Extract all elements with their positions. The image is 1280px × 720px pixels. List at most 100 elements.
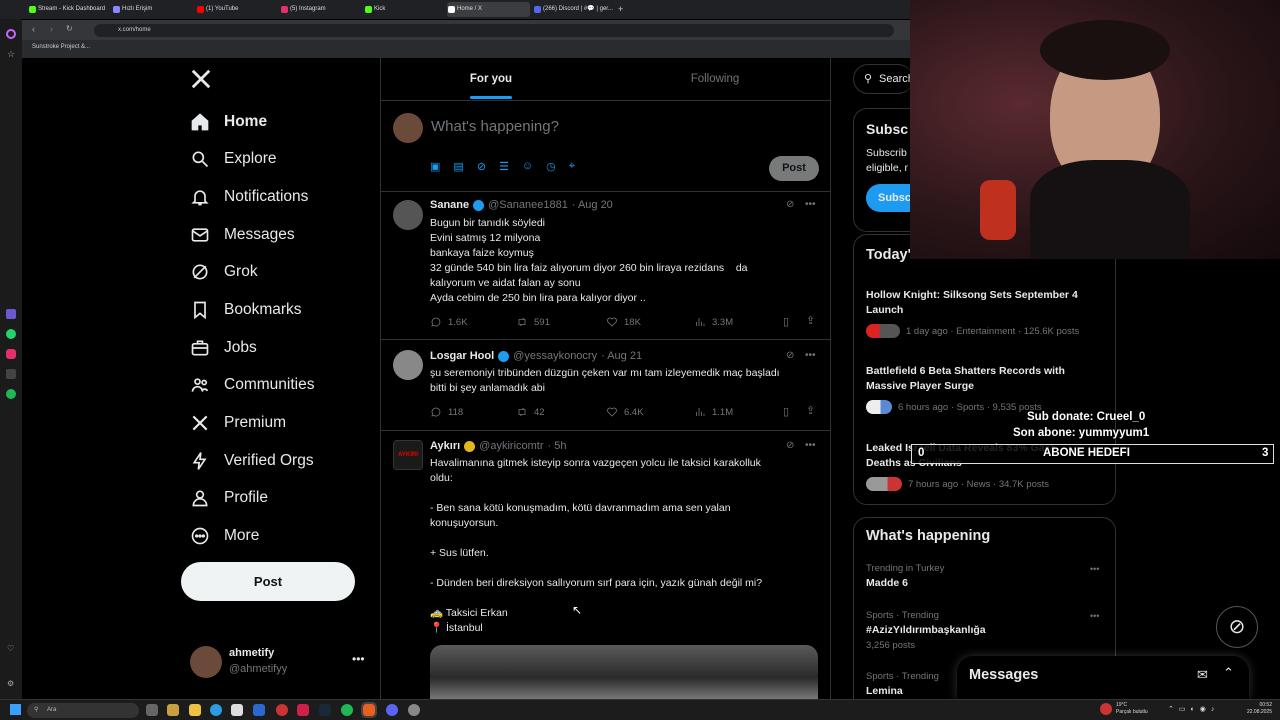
star-icon[interactable]: ☆ xyxy=(7,49,15,60)
sidebar-item-more[interactable]: More xyxy=(190,519,259,553)
grok-icon[interactable]: ⊘ xyxy=(786,350,794,361)
task-view-icon[interactable] xyxy=(146,704,158,716)
new-tab-icon[interactable]: + xyxy=(618,4,623,14)
heart-icon[interactable]: ♡ xyxy=(7,644,14,653)
app-icon[interactable] xyxy=(167,704,179,716)
views-button[interactable]: 1.1M xyxy=(694,406,733,418)
spotify-icon[interactable] xyxy=(341,704,353,716)
folder-icon[interactable] xyxy=(189,704,201,716)
grok-icon[interactable]: ⊘ xyxy=(786,199,794,210)
sidebar-item-explore[interactable]: Explore xyxy=(190,142,277,176)
share-icon[interactable]: ⇪ xyxy=(806,314,815,327)
avatar[interactable]: AYKIRI xyxy=(393,440,423,470)
sidebar-item-grok[interactable]: Grok xyxy=(190,255,258,289)
more-icon[interactable]: ••• xyxy=(805,199,816,210)
tab-for-you[interactable]: For you xyxy=(381,58,601,100)
avatar[interactable] xyxy=(393,350,423,380)
browser-tab[interactable]: Hızlı Erişim xyxy=(112,2,192,17)
reload-icon[interactable]: ↻ xyxy=(66,24,73,33)
sidebar-item-messages[interactable]: Messages xyxy=(190,218,295,252)
news-item[interactable]: Battlefield 6 Beta Shatters Records with… xyxy=(866,364,1106,414)
gif-icon[interactable]: ▤ xyxy=(453,160,463,173)
sidebar-item-verified-orgs[interactable]: Verified Orgs xyxy=(190,444,314,478)
whatsapp-icon[interactable] xyxy=(6,329,16,339)
steam-icon[interactable] xyxy=(319,704,331,716)
schedule-icon[interactable]: ◷ xyxy=(546,160,556,173)
like-button[interactable]: 6.4K xyxy=(606,406,644,418)
sidebar-item-communities[interactable]: Communities xyxy=(190,368,314,402)
spotify-icon[interactable] xyxy=(6,389,16,399)
obs-icon[interactable] xyxy=(408,704,420,716)
more-icon[interactable]: ••• xyxy=(1090,564,1099,574)
reply-button[interactable]: 118 xyxy=(430,406,463,418)
tweet-time[interactable]: · Aug 21 xyxy=(601,350,642,362)
reply-button[interactable]: 1.6K xyxy=(430,316,468,328)
compose-post-button[interactable]: Post xyxy=(769,156,819,181)
tweet-author[interactable]: Sanane xyxy=(430,199,469,211)
tweet-handle[interactable]: @aykiricomtr xyxy=(479,440,543,452)
share-icon[interactable]: ⇪ xyxy=(806,404,815,417)
tweet-time[interactable]: · 5h xyxy=(548,440,567,452)
news-item[interactable]: Hollow Knight: Silksong Sets September 4… xyxy=(866,288,1106,338)
x-logo-icon[interactable] xyxy=(190,68,212,95)
url-field[interactable]: x.com/home xyxy=(94,24,894,37)
new-message-icon[interactable]: ✉ xyxy=(1197,667,1208,683)
profile-icon[interactable] xyxy=(6,29,16,39)
grok-icon[interactable]: ⊘ xyxy=(786,440,794,451)
tab-following[interactable]: Following xyxy=(605,58,825,100)
tweet-handle[interactable]: @yessaykonocry xyxy=(513,350,597,362)
browser-tab[interactable]: (266) Discord | #💬 | ger... xyxy=(533,2,613,17)
browser-tab[interactable]: (5) Instagram xyxy=(280,2,360,17)
start-icon[interactable] xyxy=(10,704,21,715)
more-icon[interactable]: ••• xyxy=(1090,611,1099,621)
sidebar-item-notifications[interactable]: Notifications xyxy=(190,180,308,214)
sidebar-item-jobs[interactable]: Jobs xyxy=(190,331,257,365)
app-icon[interactable] xyxy=(297,704,309,716)
repost-button[interactable]: 591 xyxy=(516,316,550,328)
grok-floating-button[interactable]: ⊘ xyxy=(1216,606,1258,648)
forward-icon[interactable]: › xyxy=(50,24,53,34)
bookmark-icon[interactable]: ▯ xyxy=(783,405,789,418)
tray-icons[interactable]: ⌃▭◐◉♪ xyxy=(1168,705,1219,713)
sidebar-item-bookmarks[interactable]: Bookmarks xyxy=(190,293,302,327)
avatar[interactable] xyxy=(190,646,222,678)
store-icon[interactable] xyxy=(231,704,243,716)
back-icon[interactable]: ‹ xyxy=(32,24,35,34)
more-icon[interactable]: ••• xyxy=(805,440,816,451)
browser-tab[interactable]: Kick xyxy=(364,2,444,17)
edge-icon[interactable] xyxy=(210,704,222,716)
browser-tab[interactable]: Stream - Kick Dashboard xyxy=(28,2,108,17)
search-input[interactable]: ⚲ Search xyxy=(853,64,914,94)
opera-icon[interactable] xyxy=(276,704,288,716)
sidebar-item-home[interactable]: Home xyxy=(190,105,267,139)
location-icon[interactable]: ⌖ xyxy=(569,160,575,173)
grok-icon[interactable]: ⊘ xyxy=(477,160,486,173)
app-icon[interactable] xyxy=(6,309,16,319)
like-button[interactable]: 18K xyxy=(606,316,641,328)
instagram-icon[interactable] xyxy=(6,349,16,359)
expand-icon[interactable]: ⌃ xyxy=(1223,665,1234,681)
bookmark-icon[interactable]: ▯ xyxy=(783,315,789,328)
tweet-time[interactable]: · Aug 20 xyxy=(572,199,613,211)
bookmark-item[interactable]: Sunstroke Project &... xyxy=(32,44,90,50)
outlook-icon[interactable] xyxy=(253,704,265,716)
sidebar-item-profile[interactable]: Profile xyxy=(190,481,268,515)
browser-tab[interactable]: (1) YouTube xyxy=(196,2,276,17)
repost-button[interactable]: 42 xyxy=(516,406,545,418)
emoji-icon[interactable]: ☺ xyxy=(522,160,533,173)
post-button[interactable]: Post xyxy=(181,562,355,601)
browser-tab-active[interactable]: Home / X xyxy=(447,2,530,17)
trend-item[interactable]: Sports · Trending #AzizYıldırımbaşkanlığ… xyxy=(866,610,1106,651)
tweet-author[interactable]: Aykırı xyxy=(430,440,460,452)
tweet-author[interactable]: Losgar Hool xyxy=(430,350,494,362)
settings-icon[interactable]: ⚙ xyxy=(7,679,14,688)
views-button[interactable]: 3.3M xyxy=(694,316,733,328)
avatar[interactable] xyxy=(393,200,423,230)
tweet-media-image[interactable] xyxy=(430,645,818,699)
x-icon[interactable] xyxy=(6,369,16,379)
more-icon[interactable]: ••• xyxy=(805,350,816,361)
sidebar-item-premium[interactable]: Premium xyxy=(190,406,286,440)
image-icon[interactable]: ▣ xyxy=(430,160,440,173)
messages-drawer[interactable]: Messages ✉ ⌃ xyxy=(957,656,1249,699)
trend-item[interactable]: Trending in Turkey Madde 6 xyxy=(866,563,1106,591)
